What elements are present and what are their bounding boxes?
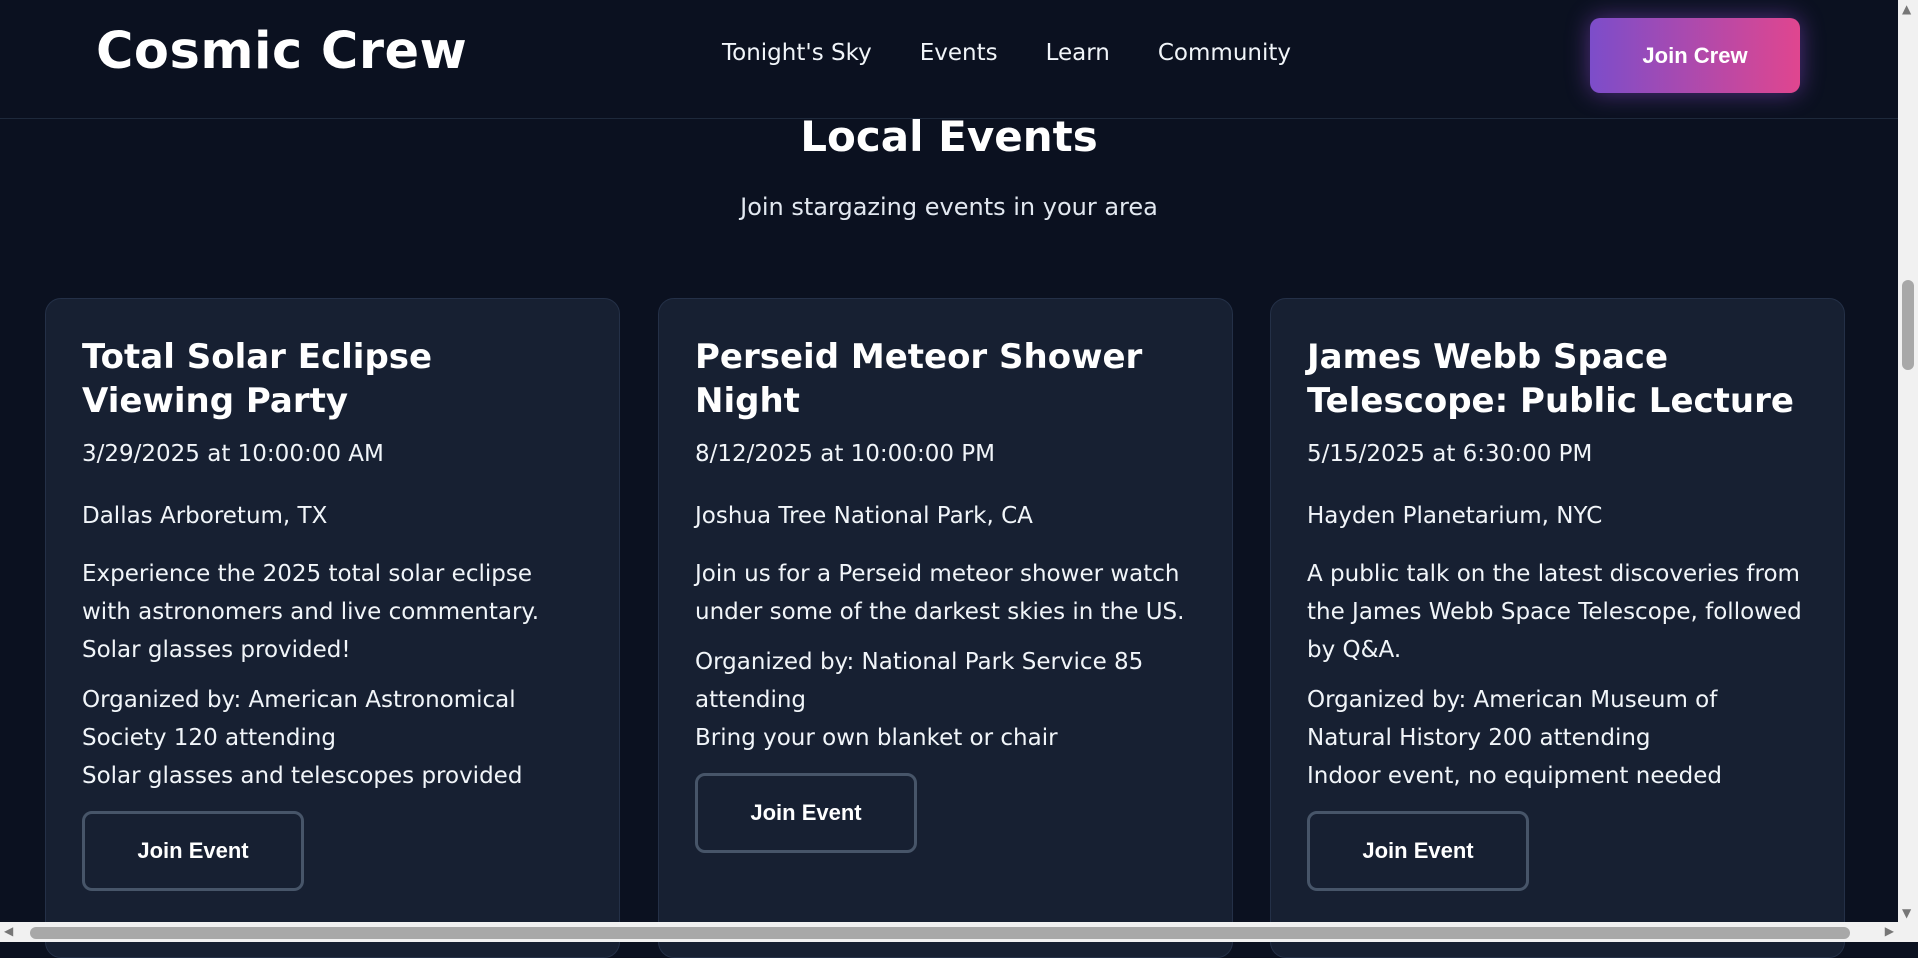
main-nav: Tonight's Sky Events Learn Community xyxy=(722,40,1339,66)
event-card: Total Solar Eclipse Viewing Party 3/29/2… xyxy=(45,298,620,958)
event-equipment: Solar glasses and telescopes provided xyxy=(82,763,523,789)
scroll-up-arrow-icon[interactable]: ▲ xyxy=(1902,2,1911,16)
section-title: Local Events xyxy=(800,112,1098,161)
horizontal-scroll-thumb[interactable] xyxy=(30,927,1850,939)
nav-link-learn[interactable]: Learn xyxy=(1046,40,1110,66)
vertical-scrollbar[interactable]: ▲ ▼ xyxy=(1898,0,1918,922)
event-organizer: Organized by: American Museum of Natural… xyxy=(1307,687,1718,751)
event-location: Joshua Tree National Park, CA xyxy=(695,503,1033,529)
event-date: 5/15/2025 at 6:30:00 PM xyxy=(1307,441,1593,467)
brand-logo[interactable]: Cosmic Crew xyxy=(96,22,467,81)
join-event-button[interactable]: Join Event xyxy=(695,773,917,853)
section-subtitle: Join stargazing events in your area xyxy=(740,193,1158,221)
event-meta: Organized by: National Park Service 85 a… xyxy=(695,643,1196,757)
join-event-button[interactable]: Join Event xyxy=(82,811,304,891)
nav-link-events[interactable]: Events xyxy=(920,40,998,66)
event-organizer: Organized by: American Astronomical Soci… xyxy=(82,687,516,751)
event-equipment: Indoor event, no equipment needed xyxy=(1307,763,1722,789)
event-title: James Webb Space Telescope: Public Lectu… xyxy=(1307,337,1794,421)
join-crew-button[interactable]: Join Crew xyxy=(1590,18,1800,93)
join-event-button[interactable]: Join Event xyxy=(1307,811,1529,891)
event-location: Hayden Planetarium, NYC xyxy=(1307,503,1603,529)
vertical-scroll-thumb[interactable] xyxy=(1902,280,1914,370)
event-meta: Organized by: American Museum of Natural… xyxy=(1307,681,1808,795)
event-date: 3/29/2025 at 10:00:00 AM xyxy=(82,441,384,467)
event-equipment: Bring your own blanket or chair xyxy=(695,725,1058,751)
site-header: Cosmic Crew Tonight's Sky Events Learn C… xyxy=(0,0,1898,119)
nav-link-tonights-sky[interactable]: Tonight's Sky xyxy=(722,40,872,66)
event-card: James Webb Space Telescope: Public Lectu… xyxy=(1270,298,1845,958)
scroll-down-arrow-icon[interactable]: ▼ xyxy=(1902,906,1911,920)
event-description: A public talk on the latest discoveries … xyxy=(1307,561,1802,663)
event-title: Total Solar Eclipse Viewing Party xyxy=(82,337,433,421)
event-location: Dallas Arboretum, TX xyxy=(82,503,328,529)
scroll-right-arrow-icon[interactable]: ▶ xyxy=(1885,924,1894,938)
nav-link-community[interactable]: Community xyxy=(1158,40,1291,66)
event-date: 8/12/2025 at 10:00:00 PM xyxy=(695,441,995,467)
horizontal-scrollbar[interactable]: ◀ ▶ xyxy=(0,922,1918,942)
event-card: Perseid Meteor Shower Night 8/12/2025 at… xyxy=(658,298,1233,958)
event-description: Join us for a Perseid meteor shower watc… xyxy=(695,561,1185,625)
event-description: Experience the 2025 total solar eclipse … xyxy=(82,561,540,663)
event-organizer: Organized by: National Park Service 85 a… xyxy=(695,649,1144,713)
event-meta: Organized by: American Astronomical Soci… xyxy=(82,681,583,795)
event-title: Perseid Meteor Shower Night xyxy=(695,337,1143,421)
scroll-left-arrow-icon[interactable]: ◀ xyxy=(4,924,13,938)
